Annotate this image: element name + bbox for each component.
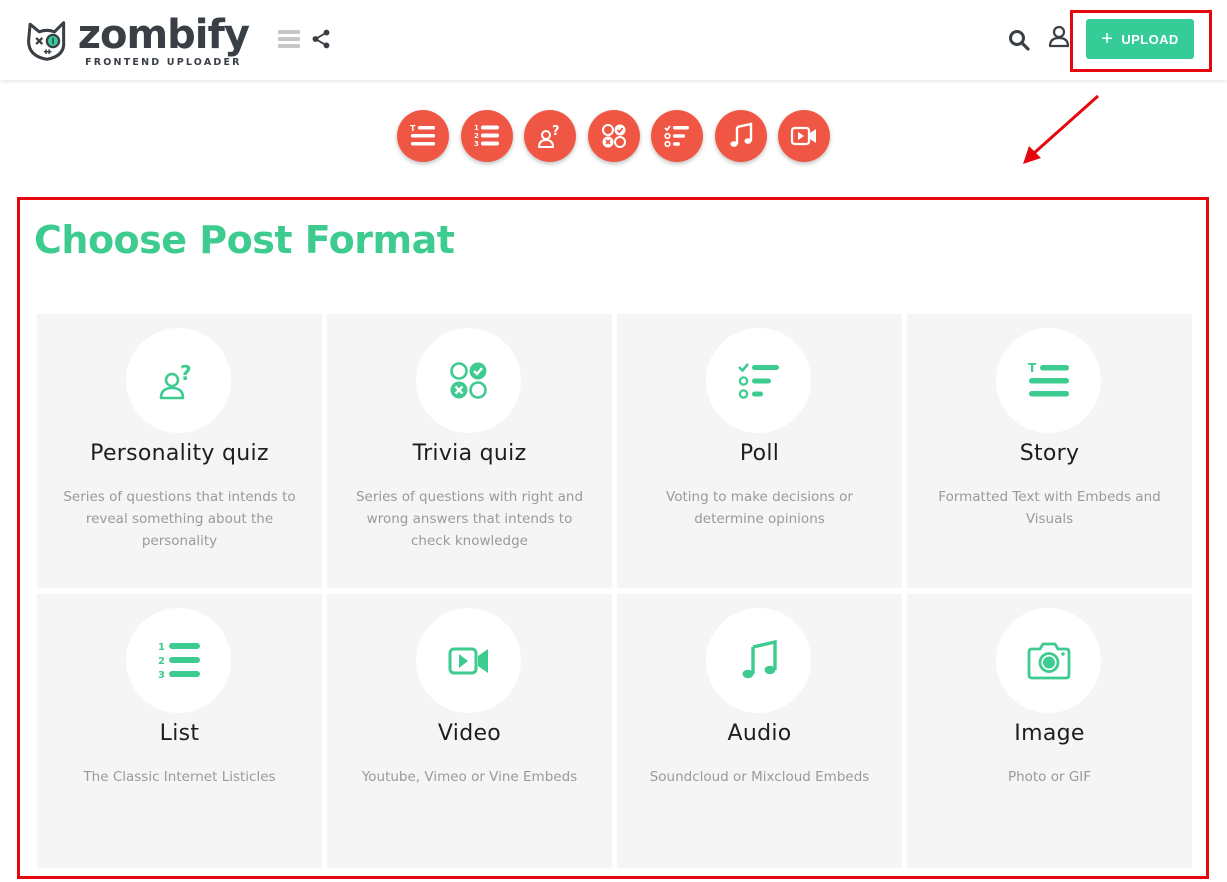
svg-text:3: 3 bbox=[474, 140, 479, 148]
format-card-description: Photo or GIF bbox=[1007, 769, 1092, 785]
logo-text: zombify FRONTEND UPLOADER bbox=[77, 11, 250, 68]
format-card-title: Image bbox=[1014, 721, 1085, 746]
audio-icon bbox=[729, 122, 752, 147]
format-card-icon-circle: T bbox=[996, 328, 1101, 433]
format-card-personality-quiz[interactable]: ? Personality quiz Series of questions t… bbox=[37, 314, 322, 588]
format-shortcut-story[interactable]: T bbox=[397, 110, 449, 162]
format-card-trivia-quiz[interactable]: Trivia quiz Series of questions with rig… bbox=[327, 314, 612, 588]
format-shortcut-poll[interactable] bbox=[651, 110, 703, 162]
svg-text:2: 2 bbox=[158, 656, 165, 667]
format-card-description: Youtube, Vimeo or Vine Embeds bbox=[361, 769, 578, 785]
format-card-description: Voting to make decisions or determine op… bbox=[666, 489, 853, 527]
upload-label: UPLOAD bbox=[1121, 31, 1179, 47]
svg-text:1: 1 bbox=[158, 642, 165, 653]
format-card-icon-circle bbox=[416, 328, 521, 433]
format-card-audio[interactable]: Audio Soundcloud or Mixcloud Embeds bbox=[617, 594, 902, 868]
trivia-quiz-icon bbox=[601, 124, 626, 148]
format-card-icon-circle bbox=[416, 608, 521, 713]
video-icon bbox=[448, 647, 488, 674]
format-card-description: Formatted Text with Embeds and Visuals bbox=[938, 489, 1161, 527]
poll-icon bbox=[737, 362, 779, 399]
poll-icon bbox=[664, 125, 689, 148]
personality-quiz-icon: ? bbox=[538, 124, 560, 148]
personality-quiz-icon: ? bbox=[159, 361, 192, 399]
format-card-icon-circle: ? bbox=[126, 328, 231, 433]
format-shortcuts: T 1 2 3 ? bbox=[397, 110, 842, 162]
annotation-arrow bbox=[1023, 94, 1099, 164]
format-card-image[interactable]: Image Photo or GIF bbox=[907, 594, 1192, 868]
svg-text:2: 2 bbox=[474, 132, 479, 140]
format-card-icon-circle bbox=[706, 328, 811, 433]
format-card-icon-circle: 1 2 3 bbox=[126, 608, 231, 713]
format-card-video[interactable]: Video Youtube, Vimeo or Vine Embeds bbox=[327, 594, 612, 868]
format-card-poll[interactable]: Poll Voting to make decisions or determi… bbox=[617, 314, 902, 588]
format-card-description: Soundcloud or Mixcloud Embeds bbox=[649, 769, 870, 785]
story-icon: T bbox=[1028, 361, 1069, 396]
list-icon: 1 2 3 bbox=[158, 642, 200, 681]
site-header: zombify FRONTEND UPLOADER bbox=[0, 0, 1227, 80]
format-shortcut-list[interactable]: 1 2 3 bbox=[460, 110, 513, 162]
svg-text:T: T bbox=[1028, 361, 1037, 375]
format-card-title: List bbox=[159, 721, 200, 746]
format-card-title: Personality quiz bbox=[90, 441, 269, 466]
format-card-description: Series of questions that intends to reve… bbox=[63, 489, 296, 549]
format-card-title: Audio bbox=[727, 721, 792, 746]
format-card-list[interactable]: 1 2 3 List The Classic Internet Listicle… bbox=[37, 594, 322, 868]
camera-icon bbox=[1027, 642, 1070, 679]
upload-button[interactable]: + UPLOAD bbox=[1086, 19, 1194, 59]
format-card-title: Video bbox=[437, 721, 502, 746]
zombie-cat-icon bbox=[27, 21, 66, 61]
trivia-quiz-icon bbox=[449, 361, 487, 399]
svg-text:3: 3 bbox=[158, 670, 165, 681]
page-title: Choose Post Format bbox=[34, 218, 455, 262]
post-format-grid: ? Personality quiz Series of questions t… bbox=[37, 314, 1193, 868]
svg-text:T: T bbox=[410, 124, 416, 133]
search-icon[interactable] bbox=[1007, 28, 1031, 52]
format-card-story[interactable]: T Story Formatted Text with Embeds and V… bbox=[907, 314, 1192, 588]
format-card-description: Series of questions with right and wrong… bbox=[355, 489, 584, 549]
format-shortcut-trivia-quiz[interactable] bbox=[587, 110, 640, 162]
format-card-title: Story bbox=[1019, 441, 1080, 466]
format-shortcut-video[interactable] bbox=[778, 110, 830, 162]
svg-text:?: ? bbox=[552, 124, 560, 139]
logo-word: zombify bbox=[77, 11, 250, 58]
format-card-title: Poll bbox=[739, 441, 780, 466]
svg-text:?: ? bbox=[180, 361, 192, 385]
zombify-logo[interactable]: zombify FRONTEND UPLOADER bbox=[24, 10, 250, 72]
plus-icon: + bbox=[1101, 28, 1114, 50]
logo-subtitle: FRONTEND UPLOADER bbox=[85, 56, 242, 68]
format-card-icon-circle bbox=[706, 608, 811, 713]
story-icon: T bbox=[410, 124, 435, 146]
menu-icon[interactable] bbox=[278, 30, 300, 48]
format-card-title: Trivia quiz bbox=[412, 441, 527, 466]
format-shortcut-personality-quiz[interactable]: ? bbox=[524, 110, 576, 162]
audio-icon bbox=[742, 639, 777, 678]
video-icon bbox=[790, 126, 816, 146]
svg-text:1: 1 bbox=[474, 124, 479, 132]
share-icon[interactable] bbox=[310, 28, 332, 50]
format-card-description: The Classic Internet Listicles bbox=[83, 769, 276, 785]
format-card-icon-circle bbox=[996, 608, 1101, 713]
user-icon[interactable] bbox=[1047, 24, 1071, 48]
format-shortcut-audio[interactable] bbox=[714, 110, 767, 162]
list-icon: 1 2 3 bbox=[474, 124, 499, 148]
